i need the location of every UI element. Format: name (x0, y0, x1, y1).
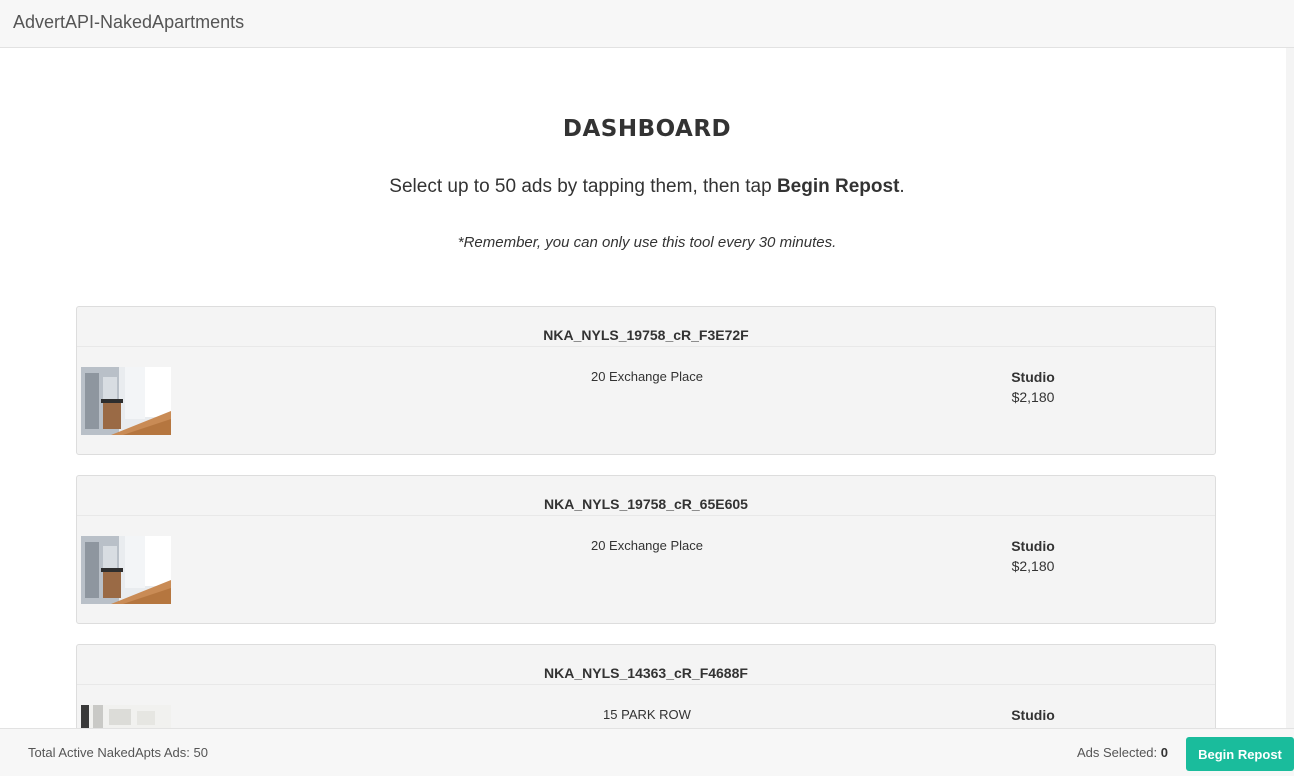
listing-id: NKA_NYLS_19758_cR_F3E72F (77, 307, 1215, 347)
listing-id: NKA_NYLS_19758_cR_65E605 (77, 476, 1215, 516)
listing-id-text: NKA_NYLS_19758_cR_65E605 (544, 496, 748, 512)
intro-bold: Begin Repost (776, 176, 900, 197)
page-title: DASHBOARD (562, 116, 732, 142)
intro-text: Select up to 50 ads by tapping them, the… (0, 176, 1294, 198)
listing-address: 20 Exchange Place (590, 369, 704, 384)
listing-id-text: NKA_NYLS_14363_cR_F4688F (544, 665, 748, 681)
listing-price: $2,180 (1011, 389, 1055, 405)
total-ads-count: Total Active NakedApts Ads: 50 (28, 745, 208, 760)
main-content: DASHBOARD Select up to 50 ads by tapping… (0, 48, 1294, 728)
brand-link[interactable]: AdvertAPI-NakedApartments (13, 12, 244, 33)
listing-card[interactable]: NKA_NYLS_19758_cR_65E605 20 Exchange Pla… (76, 475, 1216, 624)
listing-price: $2,180 (1011, 558, 1055, 574)
listing-address: 15 PARK ROW (603, 707, 691, 722)
listing-unit-type: Studio (1011, 369, 1055, 385)
ads-selected-count: Ads Selected: 0 (1077, 745, 1168, 760)
listing-id-text: NKA_NYLS_19758_cR_F3E72F (543, 327, 749, 343)
listing-unit-type: Studio (1011, 707, 1055, 723)
listing-thumbnail (81, 536, 171, 604)
listing-card[interactable]: NKA_NYLS_14363_cR_F4688F 15 PARK ROW Stu… (76, 644, 1216, 728)
ads-selected-value: 0 (1160, 745, 1168, 760)
scrollbar-track[interactable] (1286, 48, 1294, 728)
top-navbar: AdvertAPI-NakedApartments (0, 0, 1294, 48)
usage-note: *Remember, you can only use this tool ev… (457, 234, 837, 251)
intro-suffix: . (899, 176, 905, 197)
listing-card[interactable]: NKA_NYLS_19758_cR_F3E72F 20 Exchange Pla… (76, 306, 1216, 455)
begin-repost-button[interactable]: Begin Repost (1186, 737, 1294, 771)
bottom-toolbar: Total Active NakedApts Ads: 50 Ads Selec… (0, 728, 1294, 776)
listing-id: NKA_NYLS_14363_cR_F4688F (77, 645, 1215, 685)
listing-unit-type: Studio (1011, 538, 1055, 554)
ads-selected-label: Ads Selected: (1076, 745, 1161, 760)
intro-prefix: Select up to 50 ads by tapping them, the… (389, 176, 777, 197)
listing-address: 20 Exchange Place (590, 538, 704, 553)
listing-thumbnail (81, 367, 171, 435)
listing-thumbnail (81, 705, 171, 728)
